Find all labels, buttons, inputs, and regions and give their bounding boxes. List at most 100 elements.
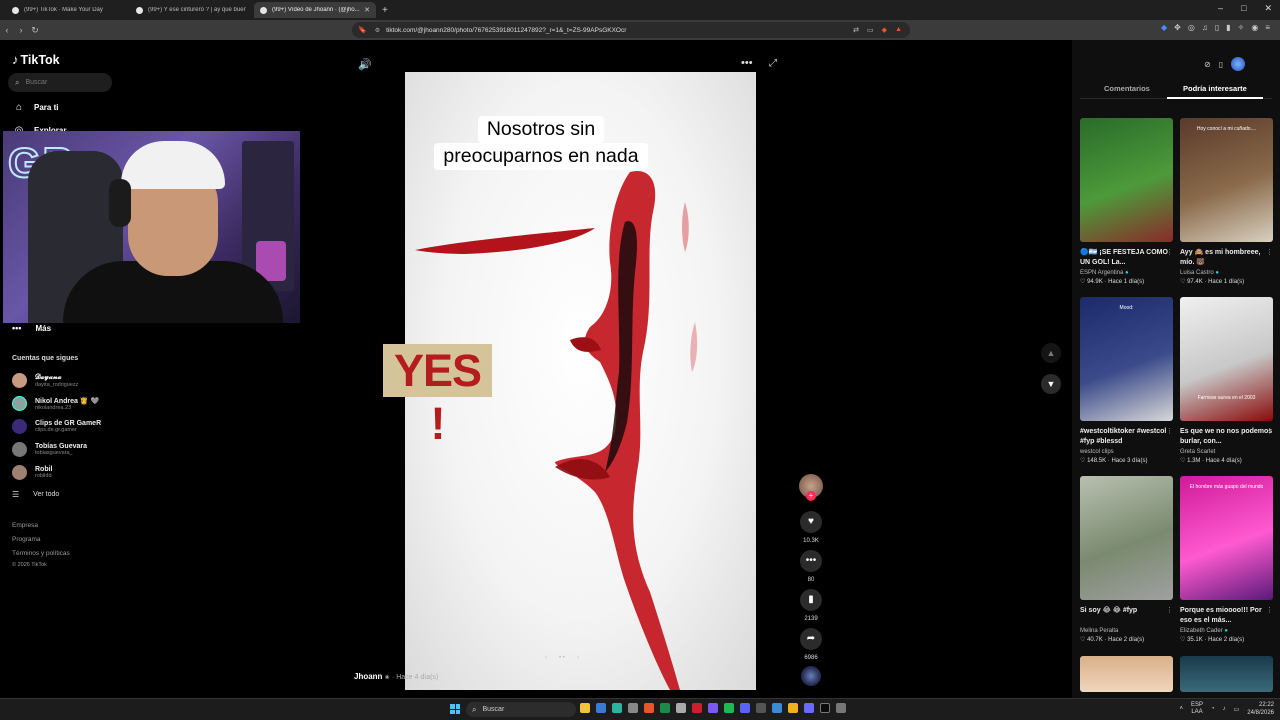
card-more-icon[interactable]: ⋮	[1166, 606, 1173, 614]
taskbar-search[interactable]: ⌕ Buscar	[466, 702, 576, 717]
app-icon[interactable]	[804, 703, 814, 713]
comment-button[interactable]: ••• 80	[799, 550, 823, 583]
card-author[interactable]: ESPN Argentina ●	[1080, 270, 1173, 276]
music-icon[interactable]: ♫	[1202, 23, 1208, 32]
forward-button[interactable]: ›	[14, 25, 28, 35]
following-account[interactable]: Robil robildd	[12, 465, 53, 480]
browser-tab-active[interactable]: (99+) Vídeo de Jhoann · (@jho... ✕	[254, 2, 376, 18]
spotify-icon[interactable]	[724, 703, 734, 713]
excel-icon[interactable]	[660, 703, 670, 713]
tab-you-may-like[interactable]: Podría interesarte	[1183, 84, 1247, 93]
card-more-icon[interactable]: ⋮	[1266, 606, 1273, 614]
nav-for-you[interactable]: ⌂ Para ti	[12, 102, 59, 113]
app-icon[interactable]	[820, 703, 830, 713]
video-thumbnail[interactable]: Farmear aurea en el 2003	[1180, 297, 1273, 421]
footer-link-program[interactable]: Programa	[12, 536, 41, 543]
file-explorer-icon[interactable]	[580, 703, 590, 713]
rewards-icon[interactable]: ▲	[895, 26, 902, 34]
video-thumbnail[interactable]	[1080, 656, 1173, 692]
video-thumbnail[interactable]: Hoy conocí a mi cuñado....	[1180, 118, 1273, 242]
video-thumbnail[interactable]: Mood:	[1080, 297, 1173, 421]
card-more-icon[interactable]: ⋮	[1266, 248, 1273, 256]
follow-plus-icon[interactable]: +	[806, 491, 816, 501]
new-tab-button[interactable]: +	[382, 5, 388, 16]
wifi-icon[interactable]: ◔	[1211, 706, 1215, 712]
share-button[interactable]: ➦ 6986	[799, 628, 823, 661]
phone-icon[interactable]: ▯	[1219, 60, 1223, 69]
next-video-button[interactable]: ▼	[1041, 374, 1061, 394]
cast-icon[interactable]: ▭	[867, 26, 874, 34]
language-indicator[interactable]: ESP LAA	[1191, 702, 1203, 716]
see-all-button[interactable]: ☰ Ver todo	[12, 490, 59, 499]
tiktok-logo[interactable]: ♪ TikTok	[12, 52, 60, 67]
translate-icon[interactable]: ⇄	[853, 26, 859, 34]
sidebar-icon[interactable]: ▯	[1215, 23, 1219, 32]
bookmark-icon[interactable]: 🔖	[358, 26, 367, 34]
music-disc-icon[interactable]	[801, 666, 821, 686]
app-icon[interactable]	[708, 703, 718, 713]
carousel-prev-icon[interactable]: ‹	[545, 655, 547, 661]
video-card[interactable]: Hoy conocí a mi cuñado.... ⋮ Ayy 🙈 es mi h…	[1180, 118, 1273, 285]
video-card[interactable]: Mood: ⋮ #westcoltiktoker #westcol #fyp #bl…	[1080, 297, 1173, 464]
video-thumbnail[interactable]	[1080, 118, 1173, 242]
previous-video-button[interactable]: ▲	[1041, 343, 1061, 363]
browser-tab[interactable]: (99+) Y ese cinturero ? | ay que bueno	[130, 2, 252, 18]
profile-avatar[interactable]	[1231, 57, 1246, 71]
video-card[interactable]: ⋮ 🔵🇦🇷 ¡SE FESTEJA COMO UN GOL! La... ESPN …	[1080, 118, 1173, 285]
brave-icon[interactable]	[644, 703, 654, 713]
extension-icon[interactable]: ◆	[1161, 23, 1167, 32]
card-author[interactable]: Melina Peralta	[1080, 628, 1173, 634]
author-avatar[interactable]: +	[799, 474, 823, 501]
back-button[interactable]: ‹	[0, 25, 14, 35]
app-icon[interactable]	[772, 703, 782, 713]
edge-icon[interactable]	[612, 703, 622, 713]
menu-icon[interactable]: ≡	[1265, 23, 1270, 32]
app-icon[interactable]	[628, 703, 638, 713]
more-options-icon[interactable]: •••	[741, 57, 753, 69]
video-thumbnail[interactable]: El hombre más guapo del mundo	[1180, 476, 1273, 600]
settings-icon[interactable]	[836, 703, 846, 713]
address-bar[interactable]: 🔖 ⚙ tiktok.com/@jhoann280/photo/76762539…	[352, 22, 910, 38]
footer-link-terms[interactable]: Términos y políticas	[12, 550, 70, 557]
fullscreen-icon[interactable]: ⤢	[769, 58, 777, 69]
card-more-icon[interactable]: ⋮	[1166, 248, 1173, 256]
battery-icon[interactable]: ▭	[1234, 706, 1240, 713]
search-input[interactable]: ⌕ Buscar	[8, 73, 112, 92]
discord-icon[interactable]	[740, 703, 750, 713]
close-window-button[interactable]: ✕	[1264, 3, 1272, 14]
browser-tab[interactable]: (99+) TikTok · Make Your Day	[6, 2, 128, 18]
card-author[interactable]: Greta Scarlet	[1180, 449, 1273, 455]
minimize-button[interactable]: –	[1218, 3, 1223, 14]
nav-more[interactable]: ••• Más	[12, 323, 51, 333]
video-card[interactable]: ⋮ Si soy 😂 😂 #fyp Melina Peralta ♡ 40.7K · …	[1080, 476, 1173, 643]
reload-icon[interactable]: ↻	[28, 25, 42, 36]
speaker-icon[interactable]: ♪	[1223, 706, 1226, 712]
author-name[interactable]: Jhoann	[354, 672, 382, 681]
site-info-icon[interactable]: ⚙	[375, 27, 380, 34]
card-author[interactable]: westcol clips	[1080, 449, 1173, 455]
extension-icon[interactable]: ◎	[1188, 23, 1195, 32]
windows-start-icon[interactable]	[450, 704, 460, 714]
following-account[interactable]: Nikol Andrea 👸 🩶 nikolandrea.23	[12, 396, 99, 411]
following-account[interactable]: Tobías Guevara tobiasguevara_	[12, 442, 87, 457]
tab-comments[interactable]: Comentarios	[1104, 84, 1150, 93]
brave-shield-icon[interactable]: ◆	[882, 26, 887, 34]
following-account[interactable]: Clips de GR GameR clips.de.gr.gamer	[12, 419, 101, 434]
card-author[interactable]: Luisa Castro ●	[1180, 270, 1273, 276]
following-account[interactable]: 𝓓𝓪𝔂𝓪𝓷𝓪 dayita_rodriguezz	[12, 373, 78, 388]
maximize-button[interactable]: □	[1241, 3, 1246, 14]
chrome-icon[interactable]	[788, 703, 798, 713]
card-author[interactable]: Elizabeth Cader ●	[1180, 628, 1273, 634]
obs-icon[interactable]	[756, 703, 766, 713]
carousel-next-icon[interactable]: ›	[577, 655, 579, 661]
close-tab-icon[interactable]: ✕	[364, 6, 370, 14]
compass-icon[interactable]: ⊘	[1204, 60, 1211, 69]
tray-chevron-icon[interactable]: ˄	[1179, 706, 1183, 712]
store-icon[interactable]	[596, 703, 606, 713]
video-thumbnail[interactable]	[1080, 476, 1173, 600]
footer-link-company[interactable]: Empresa	[12, 522, 38, 529]
app-icon[interactable]	[676, 703, 686, 713]
reading-list-icon[interactable]: ▮	[1226, 23, 1230, 32]
puzzle-icon[interactable]: ✥	[1174, 23, 1181, 32]
wallet-icon[interactable]: ◉	[1251, 23, 1258, 32]
